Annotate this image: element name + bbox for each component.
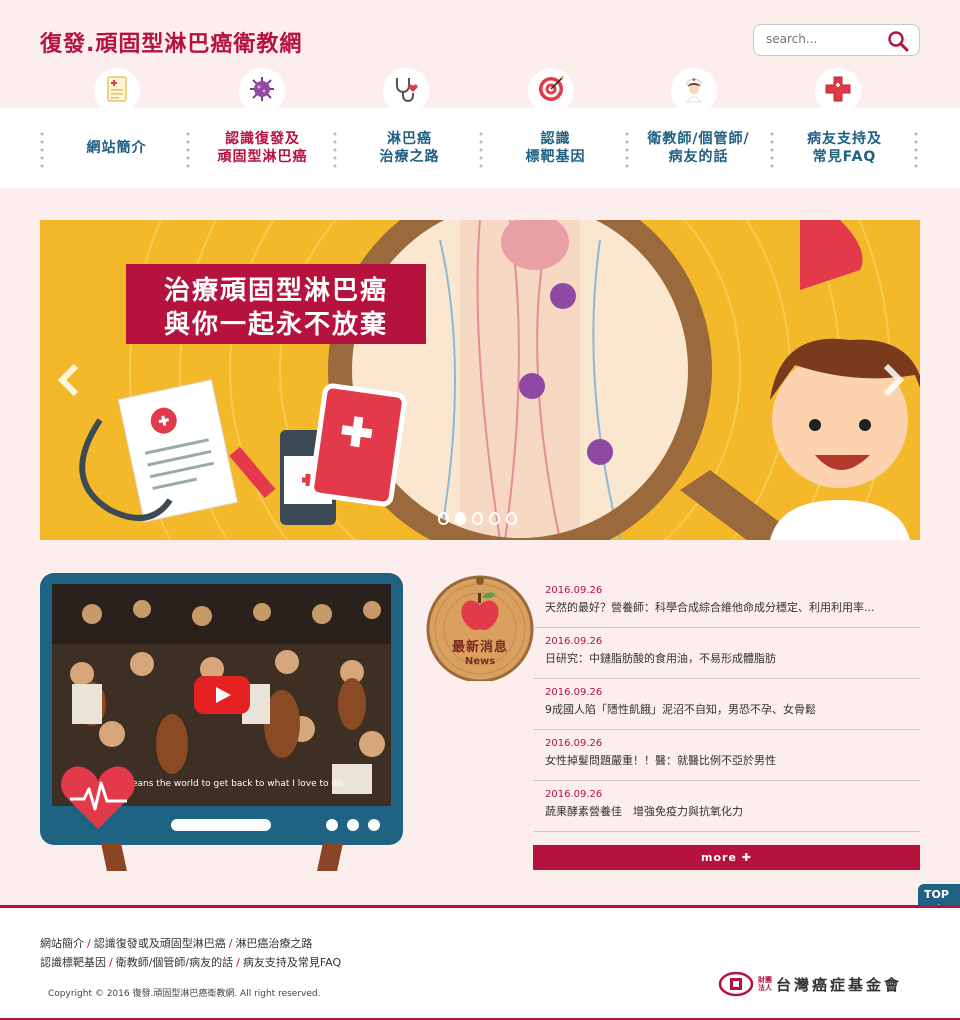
footer-link[interactable]: 衛教師/個管師/病友的話: [116, 956, 233, 969]
banner-heading-line-1: 治療頑固型淋巴癌: [163, 276, 388, 306]
video-player-frame: eans the world to get back to what I lov…: [40, 573, 403, 845]
nav-item-treatment[interactable]: 淋巴癌 治療之路: [337, 108, 482, 188]
nav-item-label: 病友支持及 常見FAQ: [807, 131, 882, 165]
footer: 網站簡介 / 認識復發或及頑固型淋巴癌 / 淋巴癌治療之路 認識標靶基因 / 衛教師/個管師…: [0, 905, 960, 1020]
news-date: 2016.09.26: [545, 585, 603, 596]
slide-dot[interactable]: [506, 512, 517, 525]
slide-dot[interactable]: [455, 512, 466, 525]
news-item[interactable]: 2016.09.26 女性掉髮問題嚴重！！醫：就醫比例不亞於男性: [533, 730, 920, 781]
news-badge-title: 最新消息: [451, 640, 508, 655]
footer-link[interactable]: 病友支持及常見FAQ: [243, 956, 341, 969]
nav-item-label: 衛教師/個管師/ 病友的話: [647, 131, 750, 165]
slide-indicators: [438, 512, 517, 525]
main-nav: 網站簡介 認識復發及 頑固型淋巴癌 淋巴癌 治療之路 認識 標靶基因 衛教師/個…: [0, 108, 960, 188]
news-title[interactable]: 蔬果酵素營養佳 增強免疫力與抗氧化力: [545, 803, 920, 819]
more-news-button[interactable]: more ✚: [533, 845, 920, 870]
tv-leg: [101, 843, 127, 871]
news-title[interactable]: 9成國人陷「隱性飢餓」泥沼不自知，男恐不孕、女骨鬆: [545, 701, 920, 717]
heartbeat-icon: [61, 766, 135, 829]
foundation-name: 台灣癌症基金會: [776, 975, 903, 994]
news-item[interactable]: 2016.09.26 蔬果酵素營養佳 增強免疫力與抗氧化力: [533, 781, 920, 832]
footer-links: 網站簡介 / 認識復發或及頑固型淋巴癌 / 淋巴癌治療之路 認識標靶基因 / 衛教師/個管師…: [40, 937, 342, 969]
news-badge-text: 最新消息 News: [436, 636, 524, 667]
foundation-logo[interactable]: 財團 法人 台灣癌症基金會: [718, 971, 902, 997]
nav-item-about[interactable]: 網站簡介: [44, 108, 189, 188]
hero-banner: 治療頑固型淋巴癌 與你一起永不放棄: [40, 220, 920, 540]
slide-dot[interactable]: [438, 512, 449, 525]
news-item[interactable]: 2016.09.26 9成國人陷「隱性飢餓」泥沼不自知，男恐不孕、女骨鬆: [533, 679, 920, 730]
slide-dot[interactable]: [472, 512, 483, 525]
video-caption: eans the world to get back to what I lov…: [132, 779, 346, 789]
news-title[interactable]: 日研究：中鏈脂肪酸的食用油，不易形成體脂肪: [545, 650, 920, 666]
news-badge-subtitle: News: [464, 656, 496, 667]
footer-link[interactable]: 淋巴癌治療之路: [235, 937, 312, 950]
nav-item-label: 認識復發及 頑固型淋巴癌: [217, 131, 308, 165]
top-label: TOP: [924, 888, 949, 901]
news-date: 2016.09.26: [545, 789, 603, 800]
news-title[interactable]: 女性掉髮問題嚴重！！醫：就醫比例不亞於男性: [545, 752, 920, 768]
footer-link[interactable]: 認識標靶基因: [40, 956, 106, 969]
video-progress-bar[interactable]: [171, 819, 271, 831]
banner-heading-line-2: 與你一起永不放棄: [163, 310, 388, 340]
news-date: 2016.09.26: [545, 687, 603, 698]
nav-item-educators[interactable]: 衛教師/個管師/ 病友的話: [626, 108, 771, 188]
news-title[interactable]: 天然的最好？營養師：科學合成綜合維他命成分穩定、利用利用率...: [545, 599, 920, 615]
nav-item-faq[interactable]: 病友支持及 常見FAQ: [772, 108, 917, 188]
chevron-right-icon[interactable]: [878, 360, 908, 400]
footer-link[interactable]: 認識復發或及頑固型淋巴癌: [94, 937, 226, 950]
nav-divider: [914, 130, 918, 168]
nav-item-label: 網站簡介: [86, 140, 147, 156]
nav-item-target-gene[interactable]: 認識 標靶基因: [483, 108, 628, 188]
page-dot: [368, 819, 380, 831]
banner-heading: 治療頑固型淋巴癌 與你一起永不放棄: [108, 264, 438, 350]
site-title[interactable]: 復發.頑固型淋巴癌衛教網: [40, 26, 302, 58]
nav-item-about-lymphoma[interactable]: 認識復發及 頑固型淋巴癌: [190, 108, 335, 188]
foundation-type: 財團 法人: [758, 976, 772, 992]
chevron-left-icon[interactable]: [54, 360, 84, 400]
news-item[interactable]: 2016.09.26 天然的最好？營養師：科學合成綜合維他命成分穩定、利用利用率.…: [533, 577, 920, 628]
copyright: Copyright © 2016 復發.頑固型淋巴癌衛教網. All right…: [48, 989, 321, 999]
tv-leg: [317, 843, 343, 871]
news-item[interactable]: 2016.09.26 日研究：中鏈脂肪酸的食用油，不易形成體脂肪: [533, 628, 920, 679]
nav-item-label: 認識 標靶基因: [525, 131, 586, 165]
search-box: [753, 24, 920, 56]
search-input[interactable]: [766, 32, 881, 46]
search-icon[interactable]: [887, 30, 909, 52]
footer-link[interactable]: 網站簡介: [40, 937, 84, 950]
video-page-dots: [326, 819, 380, 831]
nav-item-label: 淋巴癌 治療之路: [379, 131, 440, 165]
play-button[interactable]: [194, 676, 250, 714]
news-date: 2016.09.26: [545, 738, 603, 749]
page-dot: [347, 819, 359, 831]
nav-icons-row: [0, 68, 960, 114]
news-date: 2016.09.26: [545, 636, 603, 647]
slide-dot[interactable]: [489, 512, 500, 525]
news-list: 2016.09.26 天然的最好？營養師：科學合成綜合維他命成分穩定、利用利用率.…: [533, 577, 920, 832]
foundation-emblem-icon: [718, 971, 754, 997]
page-dot: [326, 819, 338, 831]
